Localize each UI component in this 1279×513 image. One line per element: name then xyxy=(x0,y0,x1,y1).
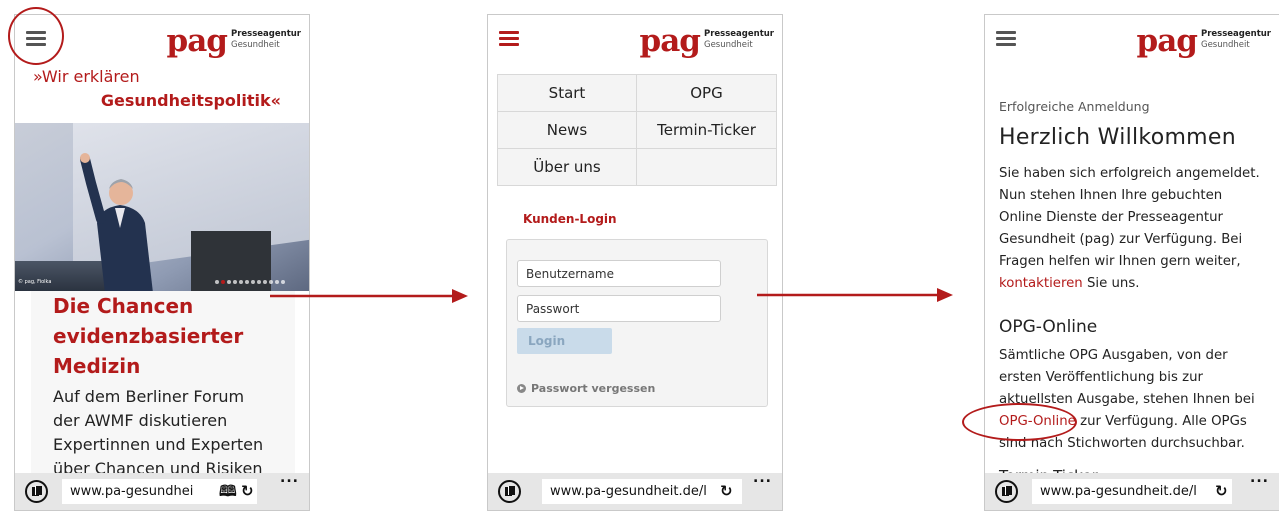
carousel-dot[interactable] xyxy=(239,280,243,284)
article-body: Auf dem Berliner Forum der AWMF diskutie… xyxy=(53,387,264,478)
username-field[interactable] xyxy=(517,260,721,287)
hamburger-icon[interactable] xyxy=(996,31,1016,47)
tabs-icon[interactable] xyxy=(498,480,521,503)
menu-item-empty xyxy=(637,149,776,185)
login-form: Login Passwort vergessen xyxy=(506,239,768,407)
carousel-dot[interactable] xyxy=(215,280,219,284)
arrow-annotation-1 xyxy=(270,289,468,303)
screen-home: pag Presseagentur Gesundheit »Wir erklär… xyxy=(14,14,310,511)
url-field[interactable]: www.pa-gesundheit.de/l xyxy=(542,479,742,504)
tabs-icon[interactable] xyxy=(995,480,1018,503)
more-dots-icon[interactable]: ... xyxy=(1250,470,1269,486)
logo-line1: Presseagentur xyxy=(1200,29,1271,39)
carousel-dot[interactable] xyxy=(221,280,225,284)
password-field[interactable] xyxy=(517,295,721,322)
carousel-dot[interactable] xyxy=(251,280,255,284)
tagline-line2: Gesundheitspolitik« xyxy=(100,91,281,110)
page-title: Herzlich Willkommen xyxy=(999,125,1236,150)
logo-line2: Gesundheit xyxy=(230,40,280,50)
carousel-dots[interactable] xyxy=(215,280,285,284)
carousel-dot[interactable] xyxy=(269,280,273,284)
main-menu: Start OPG News Termin-Ticker Über uns xyxy=(497,74,777,186)
speaker-figure xyxy=(80,153,153,291)
refresh-icon[interactable]: ↻ xyxy=(720,479,733,504)
logo-mark: pag xyxy=(639,23,701,59)
menu-item-termin-ticker[interactable]: Termin-Ticker xyxy=(637,112,776,148)
address-bar: www.pa-gesundhei 🕮 ↻ ... xyxy=(15,470,309,510)
reading-view-icon[interactable]: 🕮 xyxy=(219,479,237,504)
carousel-dot[interactable] xyxy=(227,280,231,284)
hamburger-icon[interactable] xyxy=(499,31,519,47)
contact-link[interactable]: kontaktieren xyxy=(999,276,1083,291)
logo-line2: Gesundheit xyxy=(703,40,753,50)
logo[interactable]: pag Presseagentur Gesundheit xyxy=(1137,25,1271,61)
menu-item-start[interactable]: Start xyxy=(498,75,637,111)
carousel-dot[interactable] xyxy=(233,280,237,284)
address-bar: www.pa-gesundheit.de/l ↻ ... xyxy=(985,470,1279,510)
logo-line2: Gesundheit xyxy=(1200,40,1250,50)
address-bar: www.pa-gesundheit.de/l ↻ ... xyxy=(488,470,782,510)
tagline-line1: »Wir erklären xyxy=(33,67,140,86)
logo-mark: pag xyxy=(1136,23,1198,59)
menu-item-news[interactable]: News xyxy=(498,112,637,148)
highlight-circle-opg-link xyxy=(962,403,1077,441)
intro-paragraph: Sie haben sich erfolgreich angemeldet. N… xyxy=(999,166,1260,291)
circle-arrow-icon xyxy=(517,384,526,393)
header: pag Presseagentur Gesundheit xyxy=(488,15,782,67)
logo-line1: Presseagentur xyxy=(230,29,301,39)
more-dots-icon[interactable]: ... xyxy=(280,470,299,486)
login-button[interactable]: Login xyxy=(517,328,612,354)
page-kicker: Erfolgreiche Anmeldung xyxy=(999,99,1150,114)
opg-heading: OPG-Online xyxy=(999,317,1098,337)
url-field[interactable]: www.pa-gesundheit.de/l xyxy=(1032,479,1232,504)
carousel-dot[interactable] xyxy=(281,280,285,284)
menu-item-ueber-uns[interactable]: Über uns xyxy=(498,149,637,185)
hero-image[interactable] xyxy=(15,123,309,291)
photo-credit: © pag, Fiolka xyxy=(18,279,52,285)
article-title[interactable]: Die Chancen evidenzbasierter Medizin xyxy=(53,291,295,381)
carousel-dot[interactable] xyxy=(263,280,267,284)
refresh-icon[interactable]: ↻ xyxy=(1215,479,1228,504)
carousel-dot[interactable] xyxy=(257,280,261,284)
header: pag Presseagentur Gesundheit xyxy=(985,15,1279,67)
logo[interactable]: pag Presseagentur Gesundheit xyxy=(167,25,301,61)
tabs-icon[interactable] xyxy=(25,480,48,503)
refresh-icon[interactable]: ↻ xyxy=(241,479,254,504)
screen-menu-login: pag Presseagentur Gesundheit Start OPG N… xyxy=(487,14,783,511)
highlight-circle-menu xyxy=(8,7,64,65)
forgot-password-label: Passwort vergessen xyxy=(531,382,656,395)
article-teaser[interactable]: Die Chancen evidenzbasierter Medizin Auf… xyxy=(31,291,295,481)
login-title: Kunden-Login xyxy=(523,212,617,226)
menu-item-opg[interactable]: OPG xyxy=(637,75,776,111)
logo-mark: pag xyxy=(166,23,228,59)
carousel-dot[interactable] xyxy=(275,280,279,284)
logo[interactable]: pag Presseagentur Gesundheit xyxy=(640,25,774,61)
carousel-dot[interactable] xyxy=(245,280,249,284)
arrow-annotation-2 xyxy=(757,288,953,302)
more-dots-icon[interactable]: ... xyxy=(753,470,772,486)
logo-line1: Presseagentur xyxy=(703,29,774,39)
forgot-password-link[interactable]: Passwort vergessen xyxy=(517,382,655,395)
